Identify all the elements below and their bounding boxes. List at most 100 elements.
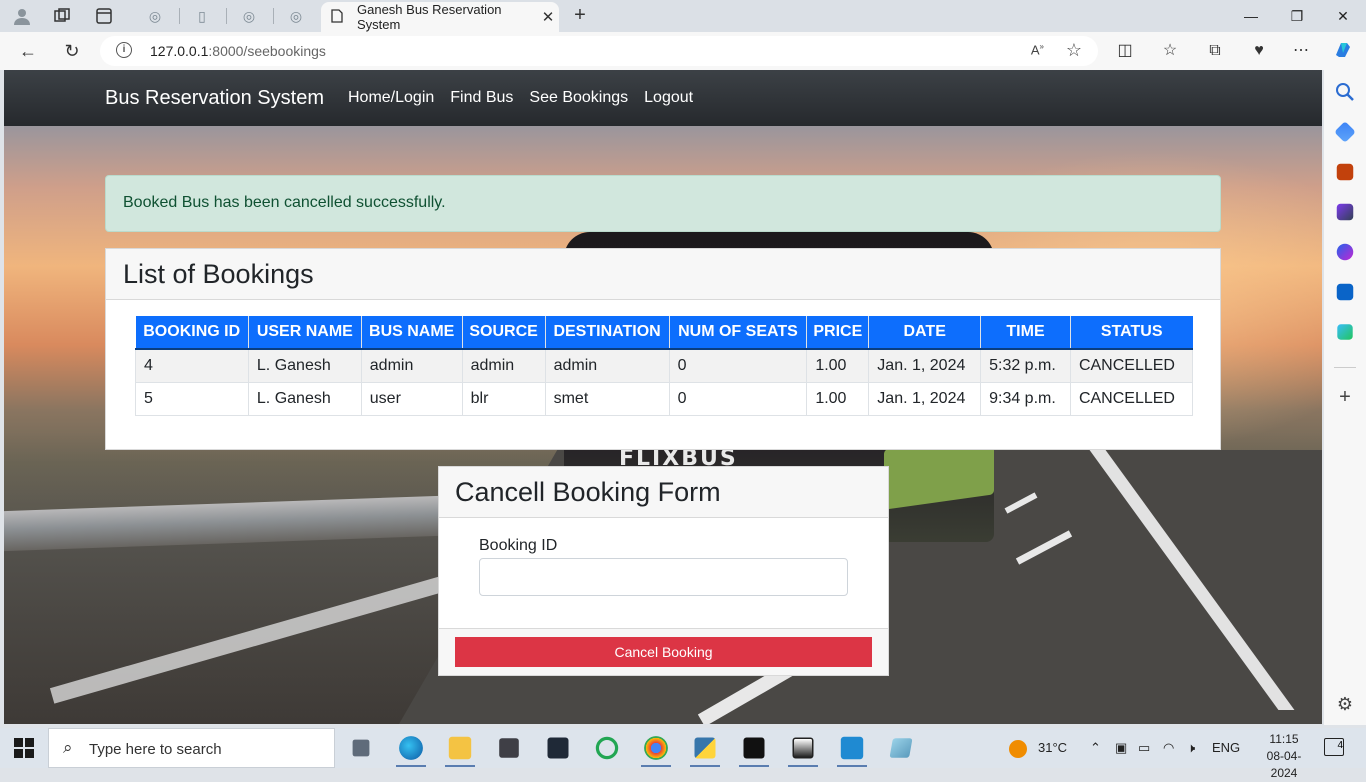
col-booking-id: BOOKING ID (135, 316, 249, 350)
cell-destination: admin (544, 348, 670, 383)
settings-icon[interactable]: ⚙ (1334, 694, 1356, 715)
cell-num-seats: 0 (668, 348, 808, 383)
more-icon[interactable]: ⋯ (1288, 39, 1314, 63)
cell-source: blr (461, 381, 546, 416)
tab-chatgpt-2[interactable]: ◎ (228, 4, 270, 28)
cell-status: CANCELLED (1069, 348, 1194, 383)
volume-icon[interactable]: 🕨 (1187, 728, 1195, 768)
booking-id-input[interactable] (479, 558, 848, 596)
cmd-icon[interactable] (743, 737, 765, 759)
notification-icon[interactable]: 4 (1324, 738, 1344, 756)
browser-toolbar: ← ↻ i 127.0.0.1:8000/seebookings A» ☆ ◫ … (0, 32, 1366, 70)
nav-find-bus[interactable]: Find Bus (450, 89, 513, 107)
col-source: SOURCE (461, 316, 546, 350)
tab-chatgpt-1[interactable]: ◎ (134, 4, 176, 28)
search-icon[interactable] (1334, 81, 1356, 103)
python-icon[interactable] (694, 737, 716, 759)
cancel-booking-button[interactable]: Cancel Booking (455, 637, 872, 667)
language-indicator[interactable]: ENG (1212, 728, 1240, 768)
tag-icon[interactable] (1334, 121, 1356, 143)
new-tab-icon[interactable]: + (568, 4, 592, 28)
tab-document[interactable]: ▯ (181, 4, 223, 28)
tab-divider (179, 8, 180, 24)
file-explorer-icon[interactable] (448, 736, 472, 760)
cell-bus-name: user (360, 381, 463, 416)
favorite-icon[interactable]: ☆ (1066, 40, 1082, 61)
wifi-icon[interactable]: ◠ (1163, 728, 1174, 768)
table-header-row: BOOKING ID USER NAME BUS NAME SOURCE DES… (135, 316, 1193, 350)
mail-icon[interactable] (499, 738, 519, 758)
cell-num-seats: 0 (668, 381, 808, 416)
chatgpt-icon: ◎ (148, 7, 162, 24)
col-bus-name: BUS NAME (360, 316, 463, 350)
site-navbar: Bus Reservation System Home/Login Find B… (4, 70, 1322, 126)
col-num-seats: NUM OF SEATS (668, 316, 807, 350)
nav-links: Home/Login Find Bus See Bookings Logout (348, 89, 693, 107)
outlook-icon[interactable] (1336, 283, 1354, 301)
tab-active[interactable]: Ganesh Bus Reservation System ✕ (321, 2, 559, 32)
nav-logout[interactable]: Logout (644, 89, 693, 107)
taskbar-search[interactable]: ⌕ Type here to search (48, 728, 335, 768)
tab-chatgpt-3[interactable]: ◎ (275, 4, 317, 28)
weather-icon[interactable] (1008, 728, 1028, 768)
games-icon[interactable] (1336, 203, 1354, 221)
photos-icon[interactable] (792, 737, 814, 759)
weather-temp[interactable]: 31°C (1038, 728, 1067, 768)
chrome-icon[interactable] (644, 736, 668, 760)
nav-see-bookings[interactable]: See Bookings (529, 89, 628, 107)
restore-icon[interactable]: ❐ (1282, 4, 1312, 28)
taskbar-clock[interactable]: 11:15 08-04-2024 (1254, 731, 1314, 782)
chatgpt-icon: ◎ (242, 7, 256, 24)
start-button[interactable] (14, 738, 34, 758)
site-brand[interactable]: Bus Reservation System (105, 87, 324, 110)
tray-app-icon[interactable]: ▣ (1115, 728, 1127, 768)
close-window-icon[interactable]: ✕ (1328, 4, 1358, 28)
vscode-icon[interactable] (840, 736, 864, 760)
collections-icon[interactable]: ⧉ (1202, 39, 1228, 63)
windows-taskbar: ⌕ Type here to search 31°C ⌃ ▣ ▭ ◠ 🕨 ENG… (0, 728, 1366, 780)
cancel-form-title: Cancell Booking Form (439, 467, 888, 518)
search-placeholder: Type here to search (89, 741, 222, 758)
profile-icon[interactable] (10, 4, 34, 28)
table-row: 5 L. Ganesh user blr smet 0 1.00 Jan. 1,… (135, 381, 1194, 416)
address-bar[interactable]: i 127.0.0.1:8000/seebookings A» ☆ (100, 36, 1098, 66)
read-aloud-icon[interactable]: A» (1031, 42, 1044, 57)
back-icon[interactable]: ← (15, 39, 41, 63)
workspaces-icon[interactable] (50, 4, 74, 28)
clock-date: 08-04-2024 (1266, 749, 1302, 780)
health-icon[interactable]: ♥ (1246, 39, 1272, 63)
terminal-icon[interactable] (547, 737, 569, 759)
refresh-icon[interactable]: ↻ (59, 39, 85, 63)
notepad-icon[interactable] (889, 738, 913, 758)
task-view-icon[interactable] (352, 739, 370, 757)
booking-id-label: Booking ID (479, 537, 558, 554)
document-icon: ▯ (198, 7, 206, 24)
cell-booking-id: 4 (135, 348, 249, 383)
close-tab-icon[interactable]: ✕ (537, 8, 559, 26)
active-app-indicator (641, 765, 671, 767)
bookings-table: BOOKING ID USER NAME BUS NAME SOURCE DES… (135, 316, 1194, 416)
minimize-icon[interactable]: — (1236, 4, 1266, 28)
tray-chevron-icon[interactable]: ⌃ (1090, 728, 1101, 768)
favorites-icon[interactable]: ☆ (1157, 39, 1183, 63)
office-icon[interactable] (1336, 243, 1354, 261)
send-icon[interactable] (1337, 324, 1353, 340)
tab-actions-icon[interactable] (92, 4, 116, 28)
add-icon[interactable]: + (1334, 386, 1356, 409)
cell-destination: smet (544, 381, 670, 416)
nav-home-login[interactable]: Home/Login (348, 89, 434, 107)
site-info-icon[interactable]: i (116, 42, 132, 58)
copilot-icon[interactable] (1330, 39, 1356, 63)
success-alert: Booked Bus has been cancelled successful… (105, 175, 1221, 232)
cell-bus-name: admin (360, 348, 463, 383)
toolbox-icon[interactable] (1336, 163, 1354, 181)
split-screen-icon[interactable]: ◫ (1112, 39, 1138, 63)
edge-icon[interactable] (399, 736, 423, 760)
cell-time: 9:34 p.m. (980, 381, 1071, 416)
search-icon: ⌕ (63, 738, 73, 757)
col-destination: DESTINATION (544, 316, 670, 350)
background-road-edge (49, 572, 459, 704)
app-circle-icon[interactable] (595, 736, 619, 760)
battery-icon[interactable]: ▭ (1138, 728, 1150, 768)
active-app-indicator (739, 765, 769, 767)
